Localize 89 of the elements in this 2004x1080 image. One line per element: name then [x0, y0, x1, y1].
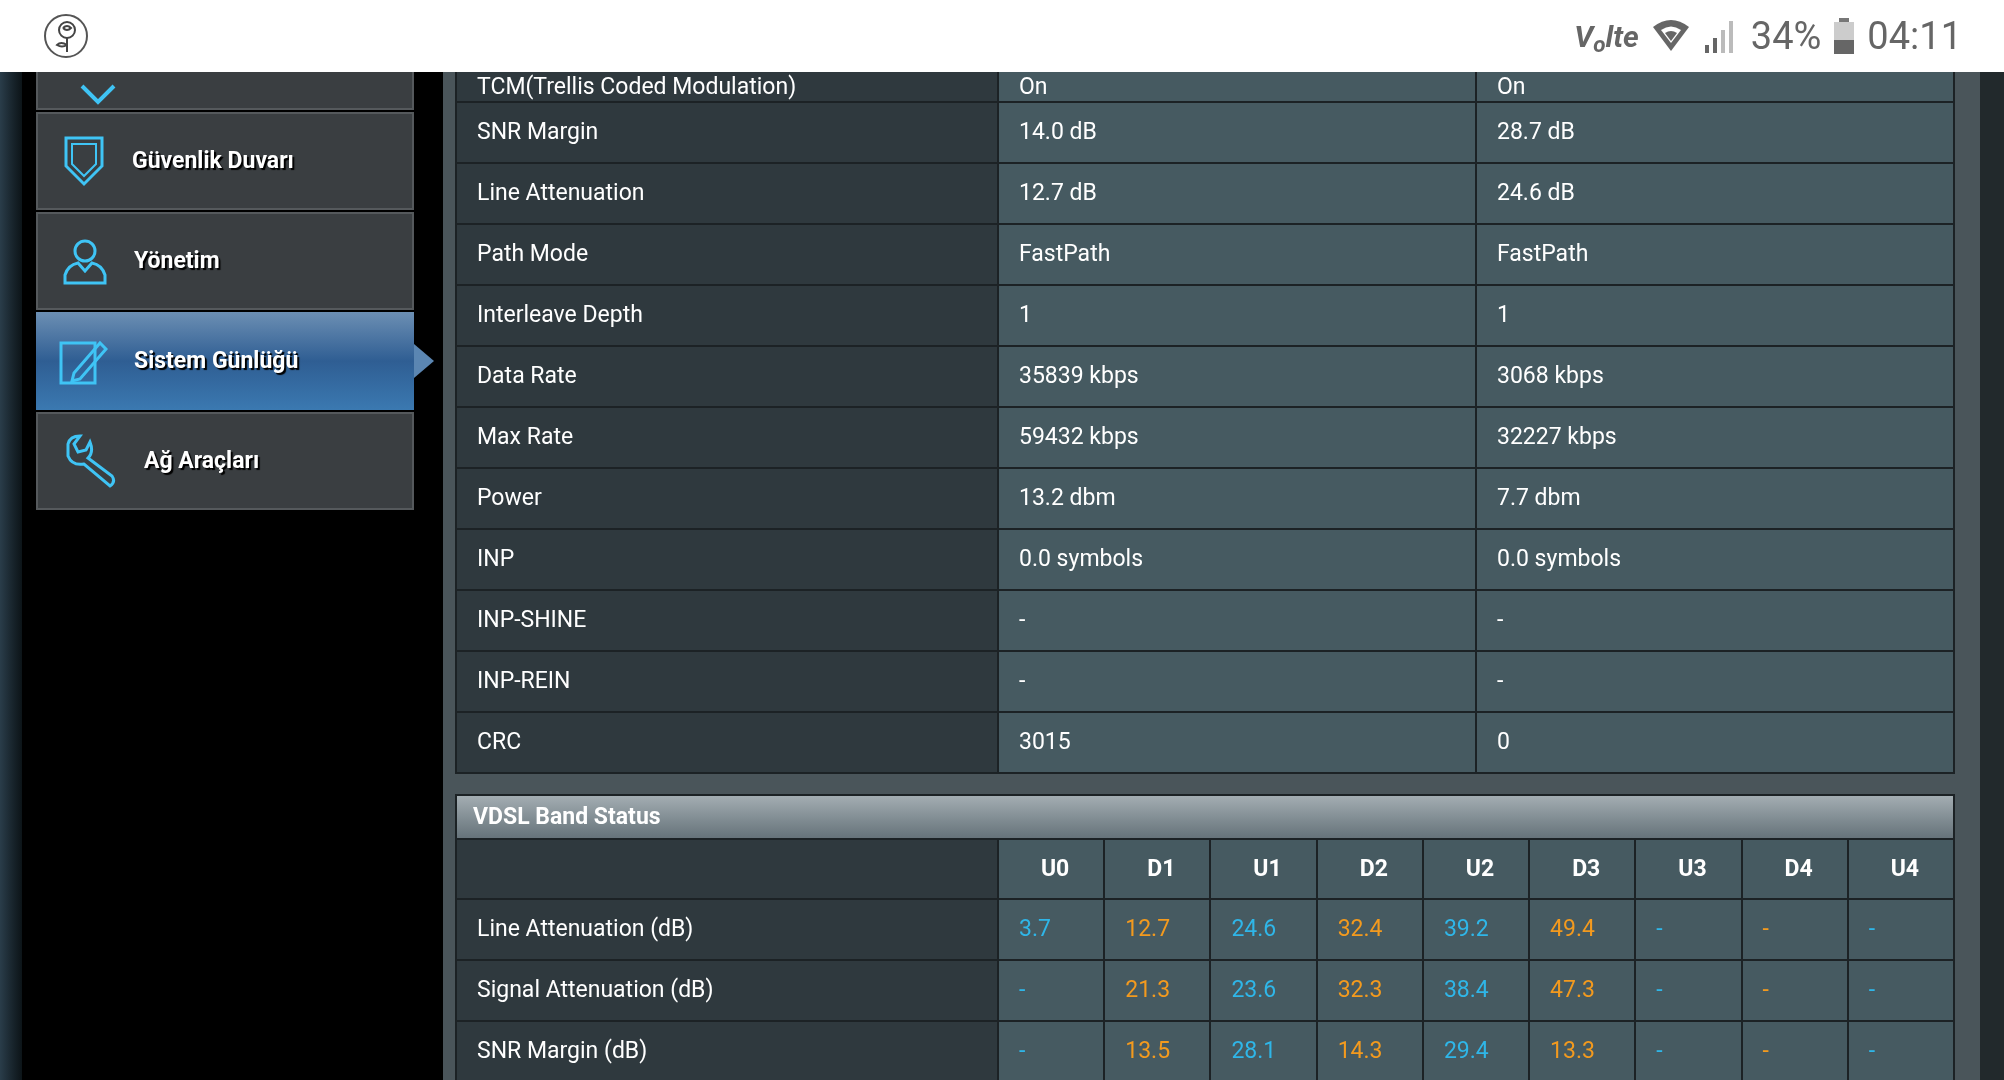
table-cell-text: - [1656, 1036, 1663, 1067]
table-cell-text: 1 [1497, 300, 1510, 331]
volte-label: V$_{o}$lte [1574, 17, 1639, 59]
table-cell-text: 32.3 [1337, 975, 1383, 1006]
table-cell-text: - [1762, 914, 1769, 945]
row-label: SNR Margin (dB) [477, 1036, 648, 1067]
table-cell-text: 14.0 dB [1019, 117, 1097, 148]
column-header: U0 [999, 840, 1104, 898]
rose-icon [42, 13, 90, 59]
table-cell-text: 1 [1019, 300, 1032, 331]
sidebar-item[interactable]: Sistem Günlüğü [36, 312, 414, 410]
row-label: Max Rate [477, 422, 574, 453]
table-cell-text: 35839 kbps [1019, 361, 1139, 392]
table-cell-text: 49.4 [1550, 914, 1595, 945]
table-cell-text: 28.7 dB [1497, 117, 1575, 148]
row-label: Power [477, 483, 542, 514]
table-cell: On [1497, 72, 1526, 101]
sidebar-item[interactable]: Ağ Araçları [36, 412, 414, 510]
table-cell-text: 47.3 [1550, 975, 1595, 1006]
table-cell-text: 13.5 [1125, 1036, 1171, 1067]
table-cell-text: 3.7 [1019, 914, 1051, 945]
battery-icon [1833, 18, 1856, 54]
sidebar-item[interactable]: Güvenlik Duvarı [36, 112, 414, 210]
column-header: D2 [1317, 840, 1422, 898]
column-header: D4 [1742, 840, 1847, 898]
table-cell-text: - [1497, 605, 1504, 636]
table-cell-text: - [1019, 605, 1026, 636]
table-cell-text: FastPath [1497, 239, 1589, 270]
column-header: D1 [1105, 840, 1210, 898]
table-cell-text: 38.4 [1443, 975, 1489, 1006]
row-label: Interleave Depth [477, 300, 643, 331]
table-cell-text: - [1762, 975, 1769, 1006]
table-cell-text: 0.0 symbols [1497, 544, 1622, 575]
row-label: INP-SHINE [477, 605, 587, 636]
table-cell-text: FastPath [1019, 239, 1111, 270]
table-cell-text: 21.3 [1125, 975, 1171, 1006]
column-header: U4 [1848, 840, 1953, 898]
table-cell-text: - [1868, 1036, 1876, 1067]
table-cell-text: 28.1 [1231, 1036, 1277, 1067]
shield-icon [62, 134, 106, 188]
clock: 04:11 [1867, 12, 1962, 60]
row-label: TCM(Trellis Coded Modulation) [477, 72, 797, 101]
table-cell-text: - [1762, 1036, 1769, 1067]
table-cell-text: 0 [1497, 727, 1510, 758]
table-cell-text: 24.6 dB [1497, 178, 1575, 209]
column-header: D3 [1530, 840, 1635, 898]
row-label: Path Mode [477, 239, 589, 270]
sidebar-item[interactable]: Yönetim [36, 212, 414, 310]
table-cell-text: 3068 kbps [1497, 361, 1604, 392]
wifi-icon [1650, 19, 1691, 53]
table-cell-text: 13.2 dbm [1019, 483, 1116, 514]
row-label: INP [477, 544, 515, 575]
row-label: Line Attenuation [477, 178, 645, 209]
column-header: U2 [1423, 840, 1529, 898]
user-icon [62, 237, 108, 285]
table-cell-text: - [1868, 975, 1876, 1006]
table-cell-text: 7.7 dbm [1497, 483, 1581, 514]
table-cell-text: 32.4 [1337, 914, 1383, 945]
table-cell-text: 13.3 [1550, 1036, 1595, 1067]
table-cell-text: - [1868, 914, 1876, 945]
section-header: VDSL Band Status [457, 796, 1953, 838]
table-cell-text: 39.2 [1443, 914, 1489, 945]
row-label: SNR Margin [477, 117, 599, 148]
table-cell: On [1019, 72, 1048, 101]
row-label: CRC [477, 727, 522, 758]
row-label: Line Attenuation (dB) [477, 914, 694, 945]
table-cell-text: 32227 kbps [1497, 422, 1617, 453]
row-label: Signal Attenuation (dB) [477, 975, 714, 1006]
table-cell-text: 12.7 dB [1019, 178, 1097, 209]
table-cell-text: 0.0 symbols [1019, 544, 1144, 575]
table-cell-text: 14.3 [1337, 1036, 1383, 1067]
column-header: U3 [1636, 840, 1741, 898]
table-cell-text: - [1656, 914, 1663, 945]
sidebar-item[interactable] [36, 72, 414, 110]
table-cell-text: 29.4 [1443, 1036, 1489, 1067]
table-cell-text: 59432 kbps [1019, 422, 1139, 453]
table-cell-text: 3015 [1019, 727, 1071, 758]
row-label: Data Rate [477, 361, 577, 392]
battery-percent: 34% [1750, 12, 1822, 60]
table-cell-text: 23.6 [1231, 975, 1277, 1006]
row-label: INP-REIN [477, 666, 571, 697]
column-header: U1 [1211, 840, 1316, 898]
table-cell-text: - [1656, 975, 1663, 1006]
table-cell-text: - [1019, 975, 1026, 1006]
table-cell-text: - [1497, 666, 1504, 697]
table-cell-text: - [1019, 1036, 1026, 1067]
table-cell-text: - [1019, 666, 1026, 697]
table-cell-text: 24.6 [1231, 914, 1277, 945]
table-cell-text: 12.7 [1125, 914, 1171, 945]
